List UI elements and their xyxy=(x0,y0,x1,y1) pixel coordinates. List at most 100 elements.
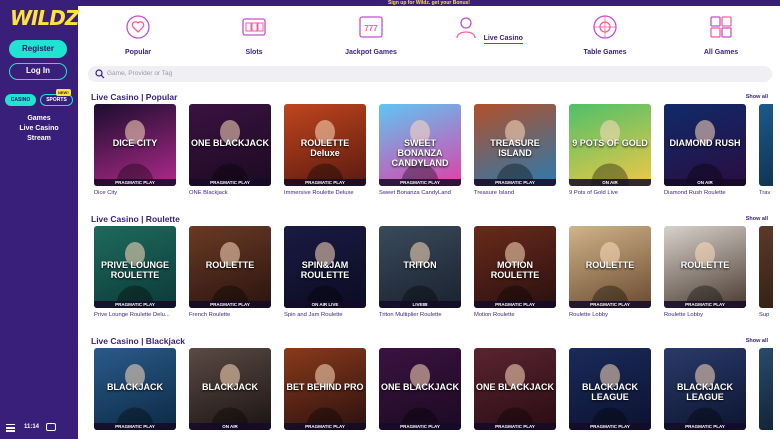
game-tile[interactable]: ROULETTE Deluxe PRAGMATIC PLAY Immersive R… xyxy=(284,104,366,196)
game-tile[interactable]: DICE CITY PRAGMATIC PLAY Dice City xyxy=(94,104,176,196)
game-thumbnail[interactable]: BET BEHIND PRO PRAGMATIC PLAY xyxy=(284,348,366,430)
show-all-link[interactable]: Show all xyxy=(746,94,768,100)
register-button[interactable]: Register xyxy=(9,40,67,58)
game-thumbnail[interactable] xyxy=(759,226,773,308)
provider-label: PRAGMATIC PLAY xyxy=(569,301,651,308)
game-thumbnail[interactable]: SWEET BONANZA CANDYLAND PRAGMATIC PLAY xyxy=(379,104,461,186)
tab-table-games[interactable]: Table Games xyxy=(563,14,647,56)
game-name[interactable]: Motion Roulette xyxy=(474,312,556,318)
game-tile[interactable]: PRIVE LOUNGE ROULETTE PRAGMATIC PLAY Prive… xyxy=(94,226,176,318)
game-thumbnail[interactable]: MOTION ROULETTE PRAGMATIC PLAY xyxy=(474,226,556,308)
game-tile[interactable]: BLACKJACK PRAGMATIC PLAY xyxy=(94,348,176,434)
tab-all-games[interactable]: All Games xyxy=(679,14,763,56)
game-thumbnail[interactable]: SPIN&JAM ROULETTE ON AIR LIVE xyxy=(284,226,366,308)
tab-slots[interactable]: Slots xyxy=(212,14,296,56)
game-thumbnail[interactable]: BLACKJACK LEAGUE PRAGMATIC PLAY xyxy=(664,348,746,430)
game-section: Live Casino | Popular Show all DICE CITY PR… xyxy=(91,92,780,202)
sidebar-item-games[interactable]: Games xyxy=(0,114,78,124)
section-title: Live Casino | Roulette xyxy=(91,214,180,224)
game-tile[interactable]: BLACKJACK LEAGUE PRAGMATIC PLAY xyxy=(569,348,651,434)
game-thumbnail[interactable]: ROULETTE PRAGMATIC PLAY xyxy=(569,226,651,308)
login-button[interactable]: Log In xyxy=(9,63,67,80)
game-name[interactable]: Treasure Island xyxy=(474,190,556,196)
game-tile[interactable]: SWEET BONANZA CANDYLAND PRAGMATIC PLAY Swe… xyxy=(379,104,461,196)
game-tile[interactable]: MOTION ROULETTE PRAGMATIC PLAY Motion Roul… xyxy=(474,226,556,318)
provider-label: PRAGMATIC PLAY xyxy=(569,423,651,430)
wildz-logo[interactable]: WILDZ xyxy=(10,6,79,30)
game-name[interactable]: Triton Multiplier Roulette xyxy=(379,312,461,318)
game-art-title: ROULETTE xyxy=(585,260,635,270)
game-name[interactable]: Sweet Bonanza CandyLand xyxy=(379,190,461,196)
game-tile[interactable]: Sup xyxy=(759,226,773,318)
game-art-title: SWEET BONANZA CANDYLAND xyxy=(391,138,449,168)
search-input[interactable]: Game, Provider or Tag xyxy=(107,66,172,82)
game-thumbnail[interactable]: DICE CITY PRAGMATIC PLAY xyxy=(94,104,176,186)
game-tile[interactable]: Trav xyxy=(759,104,773,196)
game-tile[interactable]: TRITON LIVE88 Triton Multiplier Roulette xyxy=(379,226,461,318)
game-tile[interactable]: SPIN&JAM ROULETTE ON AIR LIVE Spin and Jam… xyxy=(284,226,366,318)
game-section: Live Casino | Roulette Show all PRIVE LOUN… xyxy=(91,214,780,324)
game-thumbnail[interactable]: ROULETTE PRAGMATIC PLAY xyxy=(664,226,746,308)
game-thumbnail[interactable]: ROULETTE Deluxe PRAGMATIC PLAY xyxy=(284,104,366,186)
show-all-link[interactable]: Show all xyxy=(746,216,768,222)
game-art-title: TREASURE ISLAND xyxy=(490,138,540,158)
game-tile[interactable]: ONE BLACKJACK PRAGMATIC PLAY xyxy=(379,348,461,434)
casino-toggle[interactable]: CASINO xyxy=(5,94,36,106)
game-thumbnail[interactable]: TREASURE ISLAND PRAGMATIC PLAY xyxy=(474,104,556,186)
provider-label: PRAGMATIC PLAY xyxy=(189,179,271,186)
game-thumbnail[interactable] xyxy=(759,348,773,430)
game-thumbnail[interactable]: 9 POTS OF GOLD ON AIR xyxy=(569,104,651,186)
game-name[interactable]: Trav xyxy=(759,190,773,196)
tab-live-casino[interactable]: Live Casino xyxy=(446,14,530,45)
game-art-title: DICE CITY xyxy=(112,138,158,148)
sidebar-nav: Games Live Casino Stream xyxy=(0,114,78,144)
game-name[interactable]: Spin and Jam Roulette xyxy=(284,312,366,318)
game-name[interactable]: 9 Pots of Gold Live xyxy=(569,190,651,196)
game-art-title: SPIN&JAM ROULETTE xyxy=(300,260,350,280)
game-tile[interactable]: BET BEHIND PRO PRAGMATIC PLAY xyxy=(284,348,366,434)
game-name[interactable]: Roulette Lobby xyxy=(569,312,651,318)
show-all-link[interactable]: Show all xyxy=(746,338,768,344)
game-tile[interactable]: BLACKJACK ON AIR xyxy=(189,348,271,434)
game-tile[interactable]: TREASURE ISLAND PRAGMATIC PLAY Treasure Is… xyxy=(474,104,556,196)
tab-popular[interactable]: Popular xyxy=(96,14,180,56)
game-tile[interactable]: ONE BLACKJACK PRAGMATIC PLAY xyxy=(474,348,556,434)
game-thumbnail[interactable]: ONE BLACKJACK PRAGMATIC PLAY xyxy=(474,348,556,430)
sidebar-item-stream[interactable]: Stream xyxy=(0,134,78,144)
game-thumbnail[interactable]: BLACKJACK ON AIR xyxy=(189,348,271,430)
sidebar-item-live-casino[interactable]: Live Casino xyxy=(0,124,78,134)
hamburger-menu-icon[interactable] xyxy=(6,424,15,432)
game-thumbnail[interactable]: ROULETTE PRAGMATIC PLAY xyxy=(189,226,271,308)
game-tile-row: DICE CITY PRAGMATIC PLAY Dice City ONE BLAC… xyxy=(94,104,780,204)
tab-jackpot-games[interactable]: 777 Jackpot Games xyxy=(329,14,413,56)
game-tile[interactable]: ROULETTE PRAGMATIC PLAY French Roulette xyxy=(189,226,271,318)
game-name[interactable]: ONE Blackjack xyxy=(189,190,271,196)
game-thumbnail[interactable]: ONE BLACKJACK PRAGMATIC PLAY xyxy=(189,104,271,186)
game-thumbnail[interactable]: BLACKJACK PRAGMATIC PLAY xyxy=(94,348,176,430)
game-name[interactable]: Sup xyxy=(759,312,773,318)
game-tile[interactable] xyxy=(759,348,773,434)
game-name[interactable]: Immersive Roulette Deluxe xyxy=(284,190,366,196)
game-tile[interactable]: ROULETTE PRAGMATIC PLAY Roulette Lobby xyxy=(664,226,746,318)
game-name[interactable]: Prive Lounge Roulette Delu... xyxy=(94,312,176,318)
game-tile[interactable]: DIAMOND RUSH ON AIR Diamond Rush Roulette xyxy=(664,104,746,196)
game-thumbnail[interactable]: ONE BLACKJACK PRAGMATIC PLAY xyxy=(379,348,461,430)
game-name[interactable]: Dice City xyxy=(94,190,176,196)
game-name[interactable]: French Roulette xyxy=(189,312,271,318)
game-art-title: DIAMOND RUSH xyxy=(669,138,741,148)
game-thumbnail[interactable]: DIAMOND RUSH ON AIR xyxy=(664,104,746,186)
game-thumbnail[interactable] xyxy=(759,104,773,186)
game-thumbnail[interactable]: TRITON LIVE88 xyxy=(379,226,461,308)
game-name[interactable]: Diamond Rush Roulette xyxy=(664,190,746,196)
game-thumbnail[interactable]: BLACKJACK LEAGUE PRAGMATIC PLAY xyxy=(569,348,651,430)
chat-icon[interactable] xyxy=(46,423,56,431)
game-tile[interactable]: ROULETTE PRAGMATIC PLAY Roulette Lobby xyxy=(569,226,651,318)
provider-label: PRAGMATIC PLAY xyxy=(284,423,366,430)
game-tile[interactable]: BLACKJACK LEAGUE PRAGMATIC PLAY xyxy=(664,348,746,434)
game-name[interactable]: Roulette Lobby xyxy=(664,312,746,318)
game-tile[interactable]: 9 POTS OF GOLD ON AIR 9 Pots of Gold Live xyxy=(569,104,651,196)
game-thumbnail[interactable]: PRIVE LOUNGE ROULETTE PRAGMATIC PLAY xyxy=(94,226,176,308)
search-bar[interactable]: Game, Provider or Tag xyxy=(88,66,772,82)
game-tile[interactable]: ONE BLACKJACK PRAGMATIC PLAY ONE Blackjack xyxy=(189,104,271,196)
provider-label: PRAGMATIC PLAY xyxy=(664,423,746,430)
